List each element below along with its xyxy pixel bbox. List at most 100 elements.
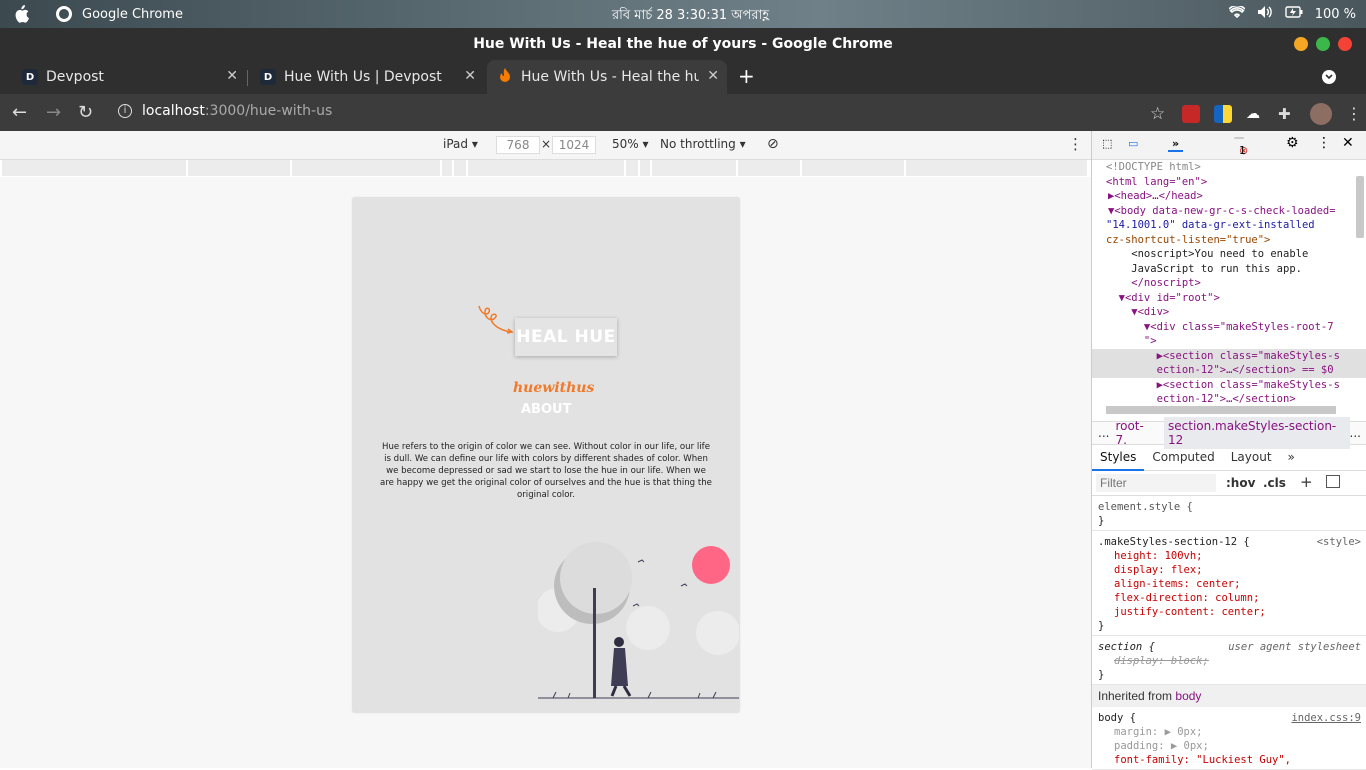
battery-percent[interactable]: 100 % bbox=[1315, 7, 1356, 22]
toggle-sidebar-icon[interactable] bbox=[1326, 475, 1340, 488]
close-icon[interactable]: ✕ bbox=[464, 68, 476, 84]
back-icon[interactable]: ← bbox=[12, 102, 27, 123]
rule-source: user agent stylesheet bbox=[1228, 641, 1361, 653]
section-ua-rule[interactable]: user agent stylesheet section { display:… bbox=[1092, 636, 1366, 685]
tab-hue-with-us[interactable]: Hue With Us - Heal the hu ✕ bbox=[487, 60, 727, 94]
apple-icon[interactable] bbox=[10, 3, 32, 25]
battery-icon[interactable] bbox=[1284, 6, 1303, 22]
dom-line[interactable]: JavaScript to run this app. bbox=[1092, 262, 1366, 277]
section-class-rule[interactable]: <style> .makeStyles-section-12 { height:… bbox=[1092, 531, 1366, 636]
bookmark-star-icon[interactable]: ☆ bbox=[1150, 105, 1168, 123]
dom-line[interactable]: "> bbox=[1092, 334, 1366, 349]
devtools-menu-icon[interactable]: ⋮ bbox=[1317, 135, 1331, 151]
tab-styles[interactable]: Styles bbox=[1092, 445, 1145, 471]
close-devtools-icon[interactable]: ✕ bbox=[1342, 135, 1354, 151]
elements-scrollbar[interactable] bbox=[1356, 176, 1364, 238]
element-style-rule[interactable]: element.style { } bbox=[1092, 496, 1366, 531]
dom-line[interactable]: ▼<body data-new-gr-c-s-check-loaded= bbox=[1092, 204, 1366, 219]
media-query-ruler[interactable] bbox=[0, 160, 1091, 177]
extension-icons: ☆ ☁ ✚ ⋮ bbox=[1150, 103, 1362, 125]
width-input[interactable]: 768 bbox=[496, 136, 540, 154]
reload-icon[interactable]: ↻ bbox=[78, 102, 93, 123]
tab-more[interactable]: » bbox=[1280, 445, 1303, 471]
tab-hue-devpost[interactable]: D Hue With Us | Devpost ✕ bbox=[250, 60, 484, 94]
inspect-element-icon[interactable]: ⬚ bbox=[1102, 137, 1112, 150]
breadcrumb-item[interactable]: root-7. bbox=[1115, 419, 1164, 447]
dom-line[interactable]: ▼<div> bbox=[1092, 305, 1366, 320]
rotate-icon[interactable]: ⊘ bbox=[767, 136, 779, 152]
dom-line[interactable]: ection-12">…</section> bbox=[1092, 392, 1366, 405]
more-options-icon[interactable]: ⋮ bbox=[1068, 135, 1083, 153]
elements-horizontal-scrollbar[interactable] bbox=[1106, 406, 1336, 414]
address-bar[interactable]: localhost:3000/hue-with-us bbox=[142, 103, 332, 119]
dom-line[interactable]: </noscript> bbox=[1092, 276, 1366, 291]
breadcrumb-more[interactable]: ... bbox=[1350, 426, 1366, 440]
minimize-button[interactable] bbox=[1294, 37, 1308, 51]
rule-source-link[interactable]: index.css:9 bbox=[1291, 711, 1361, 725]
dom-line-selected[interactable]: ection-12">…</section> == $0 bbox=[1092, 363, 1366, 378]
puzzle-icon[interactable]: ✚ bbox=[1278, 105, 1296, 123]
styles-subtabs: Styles Computed Layout » bbox=[1092, 445, 1366, 471]
os-clock[interactable]: রবি মার্চ 28 3:30:31 অপরাহ্ণ bbox=[612, 6, 769, 27]
tab-devpost[interactable]: D Devpost ✕ bbox=[12, 60, 246, 94]
wifi-icon[interactable] bbox=[1228, 4, 1246, 22]
device-toggle-icon[interactable]: ▭ bbox=[1128, 137, 1138, 150]
menu-icon[interactable]: ⋮ bbox=[1346, 105, 1362, 123]
rule-source[interactable]: <style> bbox=[1317, 535, 1361, 549]
devtools-panel: ⬚ ▭ » ⊗ 1 ⚙ ⋮ ✕ <!DOCTYPE html> <html la… bbox=[1091, 131, 1366, 770]
close-icon[interactable]: ✕ bbox=[707, 68, 719, 84]
dom-line[interactable]: <noscript>You need to enable bbox=[1092, 247, 1366, 262]
hov-toggle[interactable]: :hov bbox=[1226, 476, 1255, 490]
styles-filter-input[interactable] bbox=[1096, 474, 1216, 492]
throttle-select[interactable]: No throttling ▾ bbox=[660, 137, 746, 151]
height-input[interactable]: 1024 bbox=[552, 136, 596, 154]
body-rule[interactable]: index.css:9 body { margin: ▶ 0px; paddin… bbox=[1092, 707, 1366, 770]
tab-computed[interactable]: Computed bbox=[1144, 445, 1222, 471]
window-titlebar: Hue With Us - Heal the hue of yours - Go… bbox=[0, 28, 1366, 60]
tab-search-icon[interactable] bbox=[1322, 70, 1336, 84]
dom-line[interactable]: ▼<div id="root"> bbox=[1092, 291, 1366, 306]
window-title: Hue With Us - Heal the hue of yours - Go… bbox=[473, 36, 893, 52]
maximize-button[interactable] bbox=[1316, 37, 1330, 51]
new-tab-button[interactable]: + bbox=[738, 64, 755, 88]
dom-line[interactable]: <!DOCTYPE html> bbox=[1092, 160, 1366, 175]
dom-line-selected[interactable]: ▶<section class="makeStyles-s bbox=[1092, 348, 1366, 363]
extension-red-icon[interactable] bbox=[1182, 105, 1200, 123]
device-select[interactable]: iPad ▾ bbox=[443, 137, 478, 151]
dom-line[interactable]: cz-shortcut-listen="true"> bbox=[1092, 233, 1366, 248]
dom-line[interactable]: ▶<section class="makeStyles-s bbox=[1092, 378, 1366, 393]
cls-toggle[interactable]: .cls bbox=[1263, 476, 1286, 490]
tab-label: Hue With Us - Heal the hu bbox=[521, 69, 699, 85]
add-rule-icon[interactable]: + bbox=[1300, 473, 1313, 491]
error-badge[interactable]: ⊗ 1 bbox=[1234, 137, 1248, 157]
squiggle-arrow-icon bbox=[478, 305, 514, 334]
settings-gear-icon[interactable]: ⚙ bbox=[1286, 135, 1299, 151]
cloud-icon[interactable]: ☁ bbox=[1246, 105, 1264, 123]
extension-shield-icon[interactable] bbox=[1214, 105, 1232, 123]
zoom-select[interactable]: 50% ▾ bbox=[612, 137, 649, 151]
breadcrumb-more[interactable]: ... bbox=[1092, 426, 1115, 440]
avatar[interactable] bbox=[1310, 103, 1332, 125]
more-panels-icon[interactable]: » bbox=[1168, 137, 1184, 152]
about-description: Hue refers to the origin of color we can… bbox=[380, 442, 712, 500]
logo-box[interactable]: HEAL HUE bbox=[515, 318, 617, 356]
os-app-name[interactable]: Google Chrome bbox=[82, 7, 183, 22]
close-window-button[interactable] bbox=[1338, 37, 1352, 51]
dom-line[interactable]: "14.1001.0" data-gr-ext-installed bbox=[1092, 218, 1366, 233]
styles-pane: element.style { } <style> .makeStyles-se… bbox=[1092, 496, 1366, 770]
inherited-from-header: Inherited from body bbox=[1092, 685, 1366, 707]
devpost-favicon: D bbox=[22, 69, 38, 85]
dom-line[interactable]: <html lang="en"> bbox=[1092, 175, 1366, 190]
forward-icon[interactable]: → bbox=[46, 102, 61, 123]
dom-line[interactable]: ▼<div class="makeStyles-root-7 bbox=[1092, 320, 1366, 335]
tab-layout[interactable]: Layout bbox=[1223, 445, 1280, 471]
dom-line[interactable]: ▶<head>…</head> bbox=[1092, 189, 1366, 204]
info-icon[interactable]: i bbox=[118, 104, 132, 118]
close-icon[interactable]: ✕ bbox=[226, 68, 238, 84]
elements-tree[interactable]: <!DOCTYPE html> <html lang="en"> ▶<head>… bbox=[1092, 160, 1366, 405]
volume-icon[interactable] bbox=[1257, 5, 1273, 23]
chrome-icon bbox=[56, 6, 72, 22]
url-host: localhost bbox=[142, 103, 205, 119]
flame-icon bbox=[499, 67, 511, 87]
url-path: :3000/hue-with-us bbox=[204, 103, 333, 119]
